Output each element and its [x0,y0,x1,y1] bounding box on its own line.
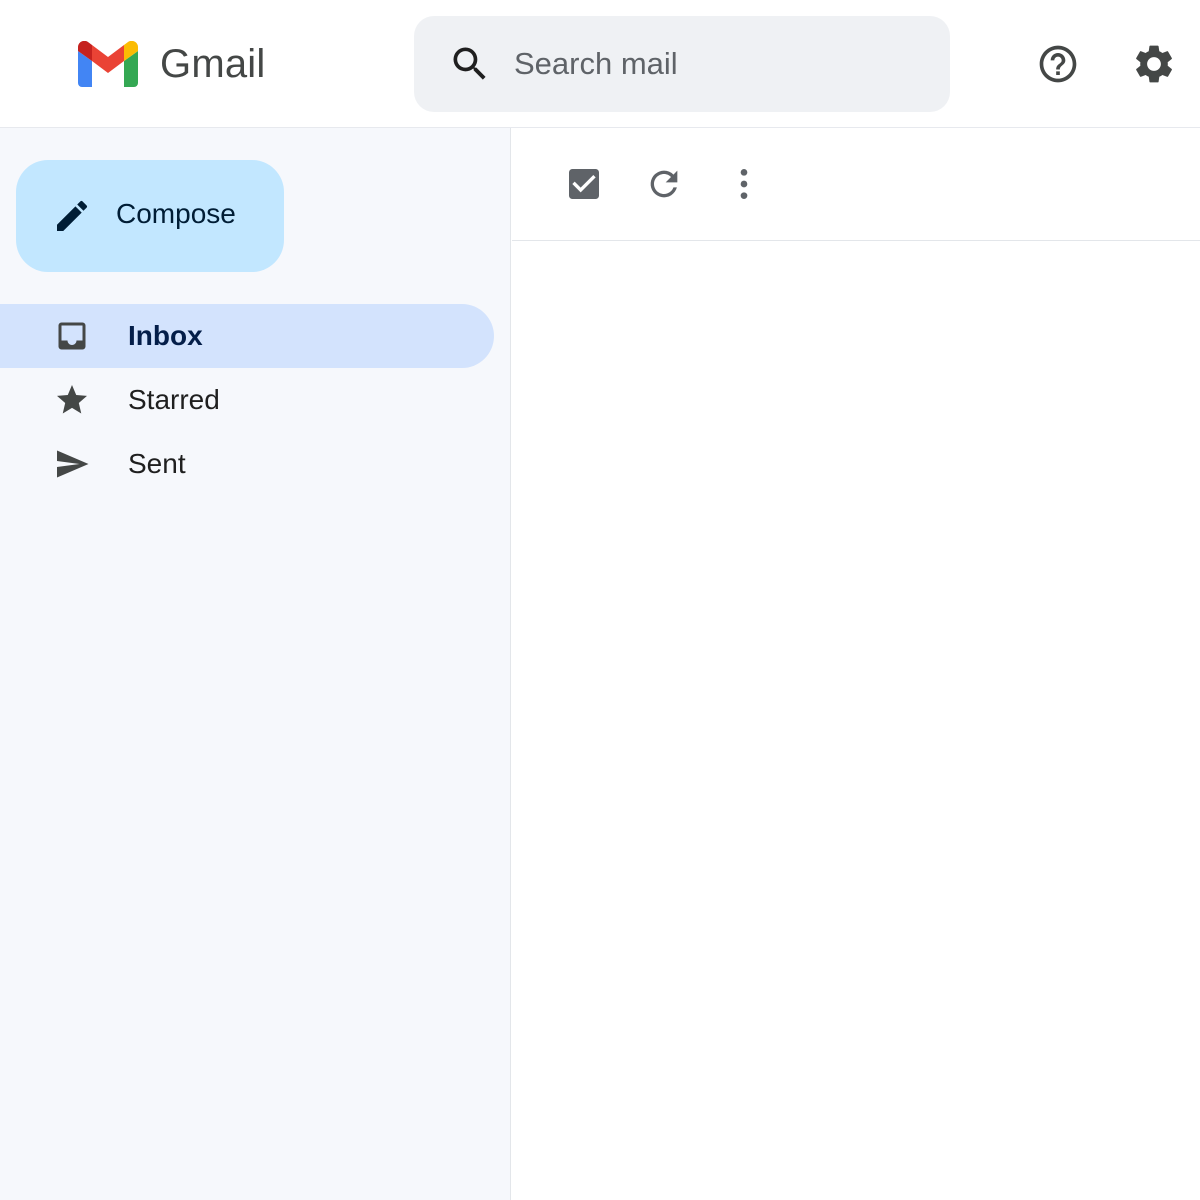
sidebar: Compose Inbox Starred Sent [0,128,511,1200]
gmail-logo[interactable]: Gmail [78,40,265,88]
mail-list-pane [512,128,1200,1200]
checkbox-checked-icon[interactable] [564,164,604,204]
gmail-m-icon [78,41,138,87]
search-input[interactable] [514,40,914,88]
compose-label: Compose [116,198,236,229]
search-icon[interactable] [448,42,492,86]
help-icon[interactable] [1036,42,1080,86]
pencil-icon [57,200,88,231]
top-bar: Gmail [0,0,1200,128]
sidebar-item-label: Starred [128,384,220,415]
sidebar-item-starred[interactable]: Starred [0,368,494,432]
sidebar-item-inbox[interactable]: Inbox [0,304,494,368]
app-name: Gmail [160,41,266,86]
sidebar-item-label: Sent [128,448,186,479]
sidebar-item-label: Inbox [128,320,203,351]
sidebar-item-sent[interactable]: Sent [0,432,494,496]
gear-icon[interactable] [1131,41,1177,87]
mail-toolbar [512,128,1200,241]
star-icon [57,385,87,414]
refresh-icon[interactable] [644,164,684,204]
send-icon [57,450,89,478]
search-bar[interactable] [414,16,950,112]
inbox-icon [58,322,86,350]
more-vert-icon[interactable] [724,164,764,204]
compose-button[interactable]: Compose [16,160,284,272]
